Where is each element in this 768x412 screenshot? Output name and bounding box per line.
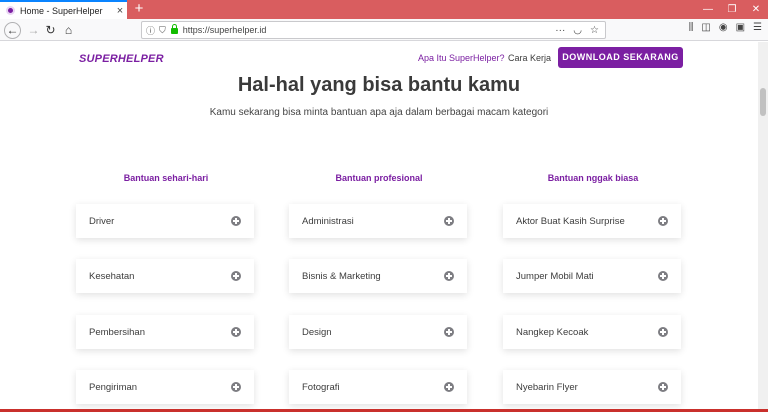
tracking-shield-icon[interactable]: ⛉ <box>159 25 166 36</box>
plus-circle-icon[interactable] <box>231 382 241 392</box>
plus-circle-icon[interactable] <box>658 271 668 281</box>
page-scrollbar[interactable] <box>758 42 768 410</box>
category-label: Bisnis & Marketing <box>302 270 381 282</box>
column-title-nggak-biasa: Bantuan nggak biasa <box>547 173 639 183</box>
category-card[interactable]: Driver <box>76 204 254 238</box>
superhelper-logo[interactable]: SUPERHELPER <box>79 53 164 65</box>
account-icon[interactable]: ◉ <box>719 22 728 33</box>
category-card[interactable]: Kesehatan <box>76 259 254 293</box>
download-button[interactable]: DOWNLOAD SEKARANG <box>558 47 683 68</box>
forward-arrow-icon[interactable]: → <box>25 22 42 39</box>
tab-title: Home - SuperHelper <box>20 5 103 16</box>
plus-circle-icon[interactable] <box>444 382 454 392</box>
plus-circle-icon[interactable] <box>658 382 668 392</box>
new-tab-button[interactable]: + <box>131 1 147 17</box>
reload-icon[interactable]: ↻ <box>42 22 59 39</box>
pocket-icon[interactable]: ◡ <box>573 25 582 36</box>
scrollbar-thumb[interactable] <box>760 88 766 116</box>
category-label: Jumper Mobil Mati <box>516 270 594 282</box>
category-card[interactable]: Nangkep Kecoak <box>503 315 681 349</box>
library-icon[interactable]: ⫼ <box>689 22 694 33</box>
category-card[interactable]: Nyebarin Flyer <box>503 370 681 404</box>
page-actions-icon[interactable]: ··· <box>555 25 565 36</box>
page-subtitle: Kamu sekarang bisa minta bantuan apa aja… <box>209 107 549 118</box>
close-window-button[interactable]: ✕ <box>744 0 768 19</box>
category-card[interactable]: Bisnis & Marketing <box>289 259 467 293</box>
restore-button[interactable]: ❐ <box>720 0 744 19</box>
plus-circle-icon[interactable] <box>444 271 454 281</box>
back-arrow-icon[interactable]: ← <box>4 22 21 39</box>
minimize-button[interactable]: — <box>696 0 720 19</box>
category-label: Nyebarin Flyer <box>516 381 578 393</box>
plus-circle-icon[interactable] <box>231 216 241 226</box>
category-label: Pembersihan <box>89 326 145 338</box>
category-card[interactable]: Fotografi <box>289 370 467 404</box>
browser-navbar: ← → ↻ ⌂ ⓘ ⛉ https://superhelper.id ··· ◡… <box>0 19 768 41</box>
plus-circle-icon[interactable] <box>658 327 668 337</box>
url-bar[interactable]: ⓘ ⛉ https://superhelper.id ··· ◡ ☆ <box>141 21 606 39</box>
category-label: Nangkep Kecoak <box>516 326 589 338</box>
category-label: Driver <box>89 215 115 227</box>
close-tab-icon[interactable]: × <box>113 4 127 18</box>
superhelper-favicon-icon <box>6 6 15 15</box>
category-label: Aktor Buat Kasih Surprise <box>516 215 625 227</box>
column-title-sehari-hari: Bantuan sehari-hari <box>123 173 209 183</box>
extension-icon[interactable]: ▣ <box>736 22 745 33</box>
category-card[interactable]: Design <box>289 315 467 349</box>
category-label: Design <box>302 326 332 338</box>
category-label: Kesehatan <box>89 270 135 282</box>
category-card[interactable]: Administrasi <box>289 204 467 238</box>
url-text[interactable]: https://superhelper.id <box>183 25 556 35</box>
nav-link-apa-itu[interactable]: Apa Itu SuperHelper? <box>418 53 505 63</box>
sidebar-icon[interactable]: ◫ <box>701 22 710 33</box>
category-card[interactable]: Jumper Mobil Mati <box>503 259 681 293</box>
lock-icon[interactable] <box>170 24 178 34</box>
browser-tabbar: Home - SuperHelper × + — ❐ ✕ <box>0 0 768 19</box>
info-icon[interactable]: ⓘ <box>146 24 155 37</box>
category-card[interactable]: Pembersihan <box>76 315 254 349</box>
home-icon[interactable]: ⌂ <box>60 22 77 39</box>
page-title: Hal-hal yang bisa bantu kamu <box>237 74 521 96</box>
plus-circle-icon[interactable] <box>444 216 454 226</box>
plus-circle-icon[interactable] <box>231 271 241 281</box>
plus-circle-icon[interactable] <box>231 327 241 337</box>
nav-link-cara-kerja[interactable]: Cara Kerja <box>508 53 551 63</box>
category-label: Fotografi <box>302 381 340 393</box>
bookmark-star-icon[interactable]: ☆ <box>590 25 599 36</box>
column-title-profesional: Bantuan profesional <box>335 173 423 183</box>
category-card[interactable]: Pengiriman <box>76 370 254 404</box>
category-label: Administrasi <box>302 215 354 227</box>
plus-circle-icon[interactable] <box>658 216 668 226</box>
menu-icon[interactable]: ☰ <box>753 22 762 33</box>
window-controls: — ❐ ✕ <box>696 0 768 19</box>
browser-tab[interactable]: Home - SuperHelper × <box>0 0 127 19</box>
page-content: SUPERHELPER Apa Itu SuperHelper? Cara Ke… <box>0 42 758 410</box>
category-card[interactable]: Aktor Buat Kasih Surprise <box>503 204 681 238</box>
category-label: Pengiriman <box>89 381 138 393</box>
plus-circle-icon[interactable] <box>444 327 454 337</box>
